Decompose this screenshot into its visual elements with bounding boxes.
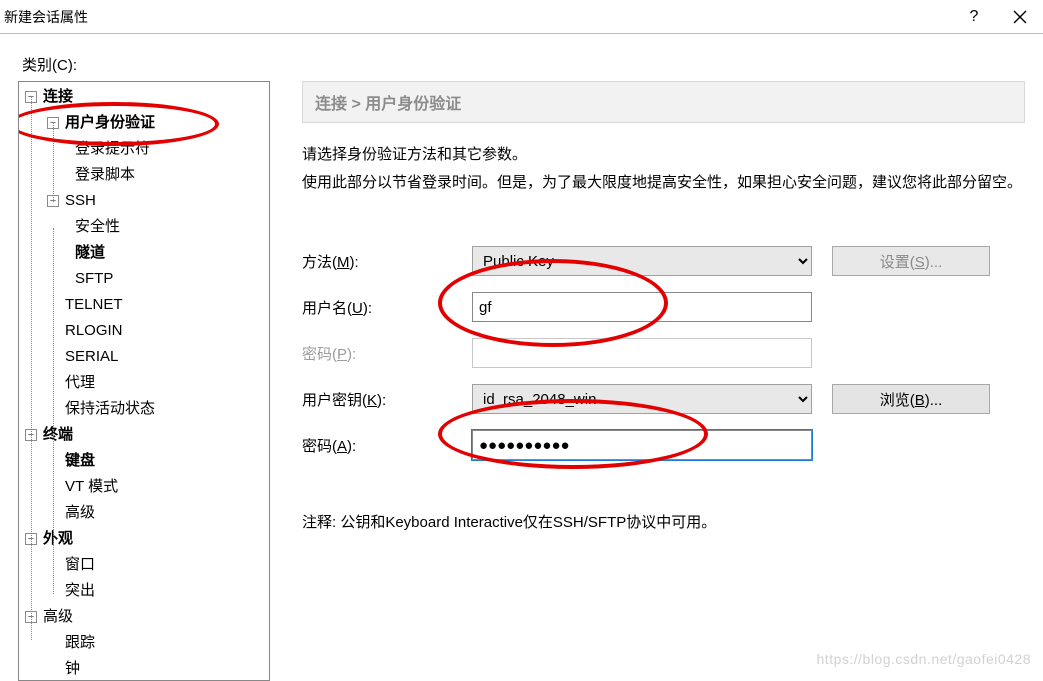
category-tree[interactable]: −连接 −用户身份验证 登录提示符 登录脚本 −SSH 安全性 隧道 SFTP … — [18, 81, 270, 681]
tree-item-security[interactable]: 安全性 — [19, 214, 269, 240]
titlebar: 新建会话属性 ? — [0, 0, 1043, 34]
method-select[interactable]: Public Key — [472, 246, 812, 276]
userkey-select[interactable]: id_rsa_2048_win — [472, 384, 812, 414]
browse-button[interactable]: 浏览(B)... — [832, 384, 990, 414]
tree-item-vt[interactable]: VT 模式 — [19, 474, 269, 500]
username-input[interactable] — [472, 292, 812, 322]
settings-pane: 连接 > 用户身份验证 请选择身份验证方法和其它参数。 使用此部分以节省登录时间… — [270, 81, 1029, 681]
password-input — [472, 338, 812, 368]
tree-item-rlogin[interactable]: RLOGIN — [19, 318, 269, 344]
tree-item-proxy[interactable]: 代理 — [19, 370, 269, 396]
category-label: 类别(C): — [22, 54, 1029, 75]
tree-item-tunnel[interactable]: 隧道 — [19, 240, 269, 266]
tree-item-keyboard[interactable]: 键盘 — [19, 448, 269, 474]
tree-item-ssh[interactable]: −SSH — [19, 188, 269, 214]
tree-item-window[interactable]: 窗口 — [19, 552, 269, 578]
window-title: 新建会话属性 — [4, 7, 951, 27]
close-button[interactable] — [997, 0, 1043, 34]
setup-button[interactable]: 设置(S)... — [832, 246, 990, 276]
method-label: 方法(M): — [302, 251, 472, 272]
userkey-label: 用户密钥(K): — [302, 389, 472, 410]
help-button[interactable]: ? — [951, 0, 997, 34]
tree-item-advanced[interactable]: −高级 — [19, 604, 269, 630]
close-icon — [1013, 10, 1027, 24]
passphrase-input[interactable] — [472, 430, 812, 460]
password-label: 密码(P): — [302, 343, 472, 364]
tree-item-keepalive[interactable]: 保持活动状态 — [19, 396, 269, 422]
tree-item-highlight[interactable]: 突出 — [19, 578, 269, 604]
tree-item-login-prompt[interactable]: 登录提示符 — [19, 136, 269, 162]
tree-item-auth[interactable]: −用户身份验证 — [19, 110, 269, 136]
tree-item-telnet[interactable]: TELNET — [19, 292, 269, 318]
tree-item-connection[interactable]: −连接 — [19, 84, 269, 110]
note-text: 注释: 公钥和Keyboard Interactive仅在SSH/SFTP协议中… — [302, 511, 1025, 532]
tree-item-bell[interactable]: 钟 — [19, 656, 269, 681]
tree-item-serial[interactable]: SERIAL — [19, 344, 269, 370]
tree-item-login-script[interactable]: 登录脚本 — [19, 162, 269, 188]
passphrase-label: 密码(A): — [302, 435, 472, 456]
tree-item-sftp[interactable]: SFTP — [19, 266, 269, 292]
username-label: 用户名(U): — [302, 297, 472, 318]
description: 请选择身份验证方法和其它参数。 使用此部分以节省登录时间。但是，为了最大限度地提… — [302, 141, 1025, 197]
tree-item-advanced-term[interactable]: 高级 — [19, 500, 269, 526]
tree-item-trace[interactable]: 跟踪 — [19, 630, 269, 656]
tree-item-appearance[interactable]: −外观 — [19, 526, 269, 552]
breadcrumb: 连接 > 用户身份验证 — [302, 81, 1025, 123]
tree-item-terminal[interactable]: −终端 — [19, 422, 269, 448]
